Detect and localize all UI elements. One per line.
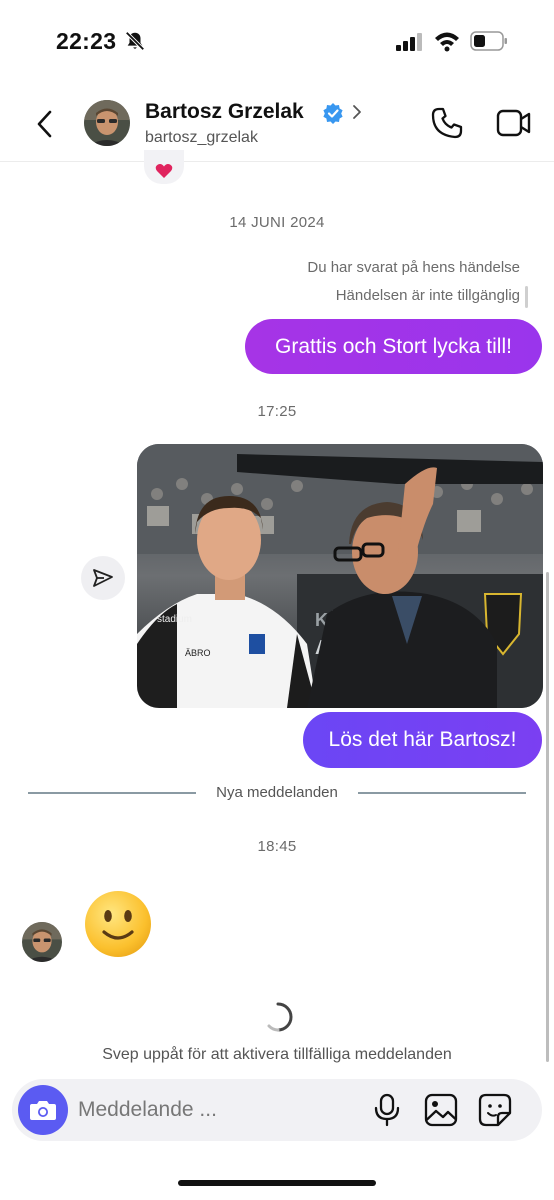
cellular-signal-icon: [396, 33, 422, 51]
timestamp: 17:25: [257, 403, 297, 420]
outgoing-message[interactable]: Lös det här Bartosz!: [303, 712, 542, 768]
message-text: Grattis och Stort lycka till!: [275, 334, 512, 358]
heart-icon: [155, 164, 173, 178]
contact-name[interactable]: Bartosz Grzelak: [145, 100, 304, 124]
new-messages-divider: Nya meddelanden: [28, 782, 526, 804]
send-icon: [93, 569, 113, 587]
verified-badge-icon: [323, 103, 343, 124]
heart-reaction: [144, 150, 184, 184]
camera-button[interactable]: [18, 1085, 68, 1135]
vanish-mode-hint: Svep uppåt för att aktivera tillfälliga …: [102, 1046, 452, 1063]
status-bar: 22:23: [0, 0, 554, 80]
share-button[interactable]: [81, 556, 125, 600]
story-reply-bar: [525, 286, 528, 308]
avatar[interactable]: [84, 100, 130, 146]
svg-text:stadium: stadium: [157, 614, 192, 625]
avatar[interactable]: [22, 922, 62, 962]
chat-header: Bartosz Grzelak bartosz_grzelak: [0, 88, 554, 162]
story-reply-note: Du har svarat på hens händelse: [307, 259, 520, 276]
loading-spinner-icon: [267, 1002, 293, 1032]
microphone-icon[interactable]: [372, 1093, 402, 1127]
photo-message[interactable]: KÖP AIK ÄBRO stadium: [137, 444, 543, 708]
divider-line: [358, 792, 526, 794]
contact-handle[interactable]: bartosz_grzelak: [145, 129, 258, 147]
message-input[interactable]: [78, 1090, 358, 1130]
message-text: Lös det här Bartosz!: [328, 728, 517, 751]
battery-icon: [470, 31, 507, 51]
chevron-right-icon[interactable]: [350, 102, 364, 122]
date-separator: 14 JUNI 2024: [229, 214, 325, 231]
home-indicator[interactable]: [178, 1180, 376, 1186]
timestamp: 18:45: [257, 838, 297, 855]
message-composer: [12, 1079, 542, 1141]
status-time: 22:23: [56, 28, 117, 54]
back-icon[interactable]: [30, 106, 60, 142]
camera-icon: [30, 1101, 56, 1120]
gallery-icon[interactable]: [424, 1093, 458, 1127]
wifi-icon: [435, 32, 459, 52]
phone-icon[interactable]: [430, 106, 464, 140]
outgoing-message[interactable]: Grattis och Stort lycka till!: [245, 319, 542, 374]
story-unavailable-note: Händelsen är inte tillgänglig: [335, 287, 520, 304]
slightly-smiling-face-icon[interactable]: [82, 888, 154, 960]
scrollbar[interactable]: [546, 572, 549, 1062]
svg-text:ÄBRO: ÄBRO: [185, 648, 211, 658]
video-icon[interactable]: [496, 108, 532, 138]
sticker-icon[interactable]: [478, 1093, 512, 1127]
bell-muted-icon: [125, 31, 145, 51]
